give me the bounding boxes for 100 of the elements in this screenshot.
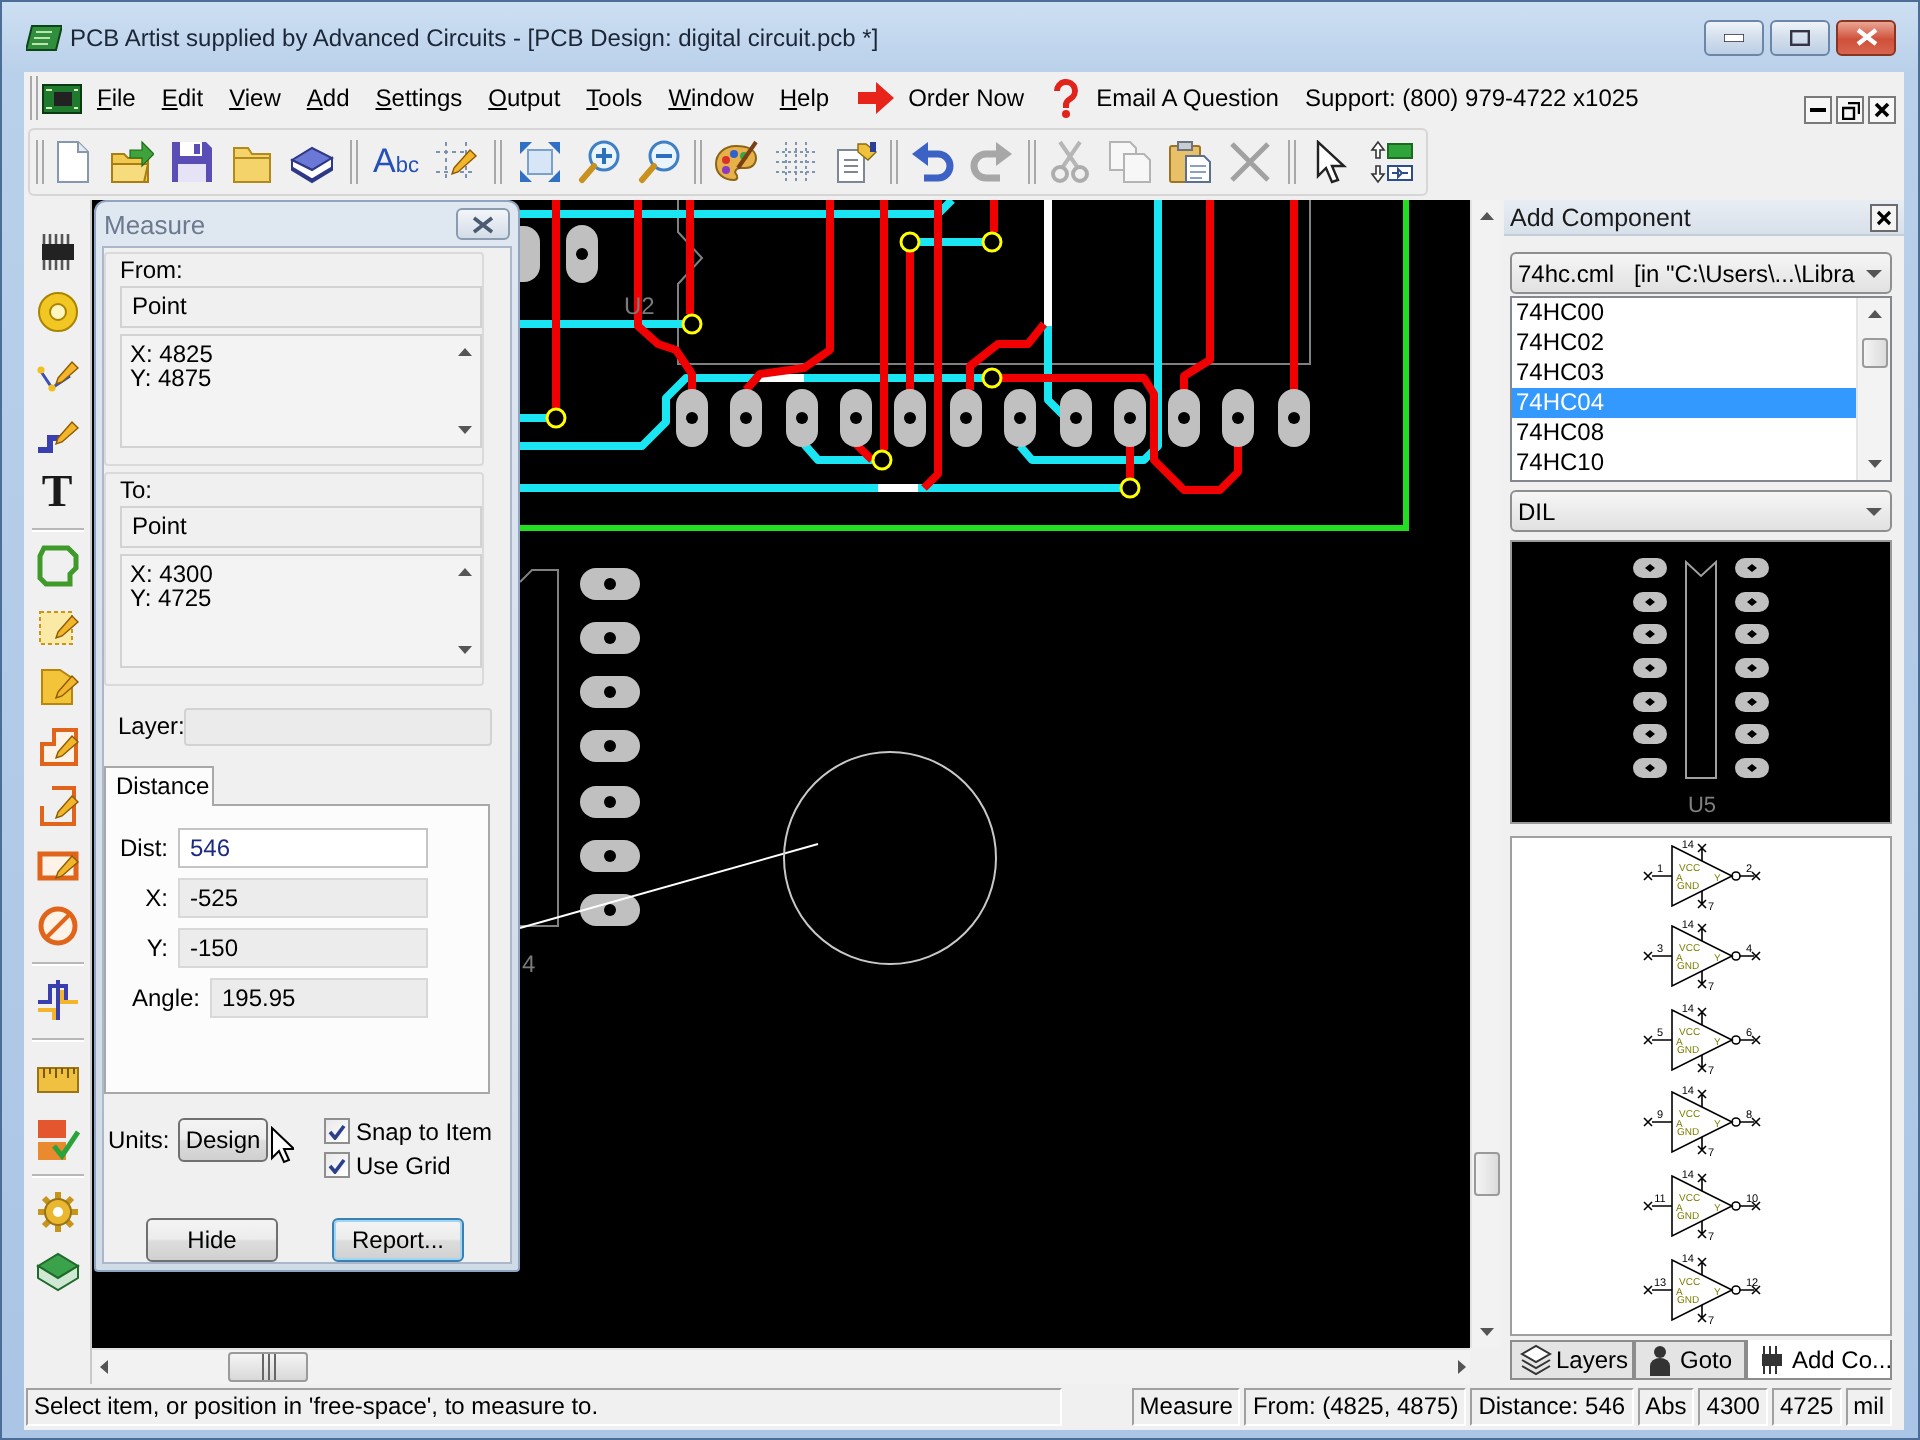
menu-item[interactable]: File — [84, 78, 149, 118]
value-field[interactable]: 546 — [178, 828, 428, 868]
layer-field[interactable] — [184, 707, 492, 745]
checkbox[interactable] — [324, 1118, 350, 1144]
group-label: From: — [120, 254, 185, 286]
step-shape-icon[interactable] — [35, 724, 79, 768]
pad — [1633, 624, 1667, 644]
panel-tab[interactable]: Layers — [1510, 1340, 1634, 1380]
coordinates-field[interactable]: X: 4825 Y: 4875 — [120, 334, 482, 448]
scroll-left-arrow-icon[interactable] — [100, 1360, 108, 1374]
pad — [580, 622, 640, 654]
route-icon[interactable] — [35, 978, 79, 1022]
list-item[interactable]: 74HC03 — [1512, 358, 1856, 388]
palette-icon[interactable] — [714, 140, 758, 184]
menu-item[interactable]: Window — [655, 78, 767, 118]
via — [981, 367, 1003, 389]
tab[interactable]: Distance — [104, 766, 214, 806]
order-now-link[interactable]: Order Now — [858, 82, 1025, 114]
minimize-button[interactable] — [1704, 19, 1764, 55]
menu-item[interactable]: Settings — [362, 78, 476, 118]
library-dropdown[interactable]: 74hc.cml [in "C:\Users\...\Libra — [1510, 252, 1892, 294]
close-button[interactable] — [1836, 19, 1896, 55]
undo-icon[interactable] — [910, 140, 954, 184]
pad — [580, 786, 640, 818]
chip-icon — [1756, 1343, 1788, 1375]
pad — [1735, 692, 1769, 712]
scrollbar-thumb[interactable] — [1861, 338, 1887, 368]
pad — [950, 389, 982, 447]
up-down-arrows-icon[interactable] — [1370, 140, 1414, 184]
inverter-symbol — [1643, 1007, 1761, 1073]
checkbox-label[interactable]: Snap to Item — [356, 1117, 493, 1145]
menu-item[interactable]: Help — [766, 78, 843, 118]
list-item[interactable]: 74HC02 — [1512, 328, 1856, 358]
text-style-button[interactable]: Abc — [368, 134, 424, 190]
text-tool-button[interactable]: T — [33, 466, 81, 518]
scroll-down-arrow-icon[interactable] — [1479, 1328, 1493, 1336]
field-label: Y: — [146, 934, 168, 962]
email-question-link[interactable]: Email A Question — [1052, 78, 1279, 118]
horizontal-scrollbar[interactable] — [92, 1348, 1470, 1384]
scroll-down-arrow-icon[interactable] — [458, 426, 472, 434]
document-pencil-icon[interactable] — [834, 140, 878, 184]
point-type-field[interactable]: Point — [120, 506, 482, 548]
panel-tab[interactable]: Goto — [1634, 1340, 1746, 1380]
menu-item[interactable]: Edit — [148, 78, 217, 118]
value-field[interactable]: -150 — [178, 928, 428, 968]
scroll-up-arrow-icon[interactable] — [458, 348, 472, 356]
paste-icon[interactable] — [1168, 140, 1212, 184]
menu-item[interactable]: Tools — [573, 78, 656, 118]
dialog-button[interactable]: Hide — [146, 1218, 278, 1262]
list-item[interactable]: 74HC00 — [1512, 298, 1856, 328]
menu-item[interactable]: Output — [475, 78, 574, 118]
checkbox[interactable] — [324, 1152, 350, 1178]
units-button[interactable]: Design — [178, 1118, 268, 1162]
board-icon[interactable] — [35, 1250, 79, 1294]
grid-icon[interactable] — [774, 140, 818, 184]
zoom-in-icon[interactable] — [578, 140, 622, 184]
ring-icon[interactable] — [35, 290, 79, 334]
grid-pencil-icon[interactable] — [434, 140, 478, 184]
scroll-down-arrow-icon[interactable] — [1867, 460, 1881, 468]
zoom-out-icon[interactable] — [638, 140, 682, 184]
list-item[interactable]: 74HC08 — [1512, 418, 1856, 448]
close-button[interactable] — [1868, 96, 1896, 124]
package-dropdown[interactable]: DIL — [1510, 490, 1892, 532]
checklist-icon[interactable] — [35, 1118, 79, 1162]
scrollbar-thumb[interactable] — [1473, 1152, 1499, 1196]
point-type-field[interactable]: Point — [120, 286, 482, 328]
scroll-right-arrow-icon[interactable] — [1458, 1360, 1466, 1374]
maximize-button[interactable] — [1770, 19, 1830, 55]
close-button[interactable] — [1870, 203, 1898, 231]
folder-arrow-icon[interactable] — [110, 140, 154, 184]
scroll-up-arrow-icon[interactable] — [458, 568, 472, 576]
square-pencil-icon[interactable] — [35, 784, 79, 828]
pad — [1633, 658, 1667, 678]
scroll-up-arrow-icon[interactable] — [1479, 212, 1493, 220]
component-label: 4 — [522, 950, 536, 978]
scrollbar-thumb[interactable] — [228, 1352, 308, 1382]
zoom-fit-icon[interactable] — [518, 140, 562, 184]
minimize-button[interactable] — [1804, 96, 1832, 124]
value-field[interactable]: 195.95 — [210, 978, 428, 1018]
copper-area-icon[interactable] — [35, 664, 79, 708]
pad — [1633, 592, 1667, 612]
menu-item[interactable]: View — [216, 78, 294, 118]
vertical-scrollbar[interactable] — [1856, 298, 1890, 480]
scroll-down-arrow-icon[interactable] — [458, 646, 472, 654]
dialog-button[interactable]: Report... — [332, 1218, 464, 1262]
menu-item[interactable]: Add — [293, 78, 363, 118]
panel-tab[interactable]: Add Co... — [1746, 1340, 1892, 1380]
scroll-up-arrow-icon[interactable] — [1867, 310, 1881, 318]
value-field[interactable]: -525 — [178, 878, 428, 918]
gear-icon[interactable] — [35, 1190, 79, 1234]
coordinates-field[interactable]: X: 4300 Y: 4725 — [120, 554, 482, 668]
restore-button[interactable] — [1836, 96, 1864, 124]
pad — [1004, 389, 1036, 447]
close-button[interactable] — [456, 208, 510, 240]
support-phone-text: Support: (800) 979-4722 x1025 — [1304, 84, 1639, 112]
dialog-title: Measure — [104, 209, 206, 239]
list-item[interactable]: 74HC10 — [1512, 448, 1856, 478]
board-outline-icon[interactable] — [35, 544, 79, 588]
checkbox-label[interactable]: Use Grid — [356, 1151, 451, 1179]
circle-slash-icon[interactable] — [35, 904, 79, 948]
